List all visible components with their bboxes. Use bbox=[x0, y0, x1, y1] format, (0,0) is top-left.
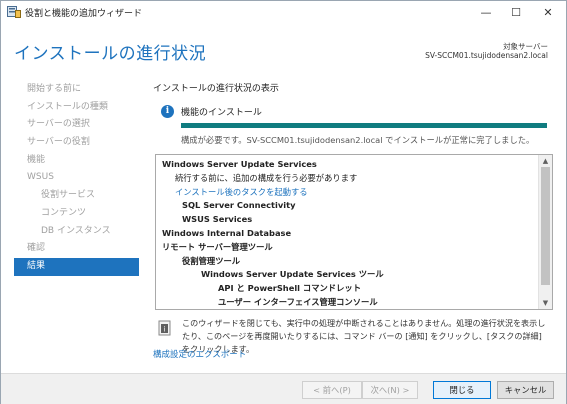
nav-item-results[interactable]: 結果 bbox=[14, 257, 139, 276]
window-title: 役割と機能の追加ウィザード bbox=[25, 9, 143, 19]
flag-note-icon: i bbox=[158, 320, 171, 336]
post-install-task-link[interactable]: インストール後のタスクを起動する bbox=[162, 186, 534, 200]
close-icon: ✕ bbox=[543, 5, 553, 19]
scroll-down-icon[interactable]: ▼ bbox=[539, 297, 552, 309]
result-rsat: リモート サーバー管理ツール bbox=[162, 241, 273, 252]
results-scrollbar[interactable]: ▲ ▼ bbox=[538, 155, 552, 309]
nav-item-before-you-begin[interactable]: 開始する前に bbox=[14, 81, 139, 99]
close-button[interactable]: 閉じる bbox=[433, 381, 491, 399]
nav-item-db-instance[interactable]: DB インスタンス bbox=[14, 223, 139, 241]
nav-item-features[interactable]: 機能 bbox=[14, 152, 139, 170]
wizard-window: 役割と機能の追加ウィザード — ☐ ✕ インストールの進行状況 対象サーバー S… bbox=[0, 0, 567, 404]
close-window-button[interactable]: ✕ bbox=[532, 1, 564, 23]
minimize-icon: — bbox=[480, 5, 492, 19]
progress-bar bbox=[181, 123, 547, 128]
feature-install-label: 機能のインストール bbox=[181, 108, 262, 118]
result-wsus-services: WSUS Services bbox=[182, 214, 253, 225]
results-list[interactable]: Windows Server Update Services 続行する前に、追加… bbox=[155, 154, 553, 310]
nav-item-confirmation[interactable]: 確認 bbox=[14, 240, 139, 258]
result-wsus-tools: Windows Server Update Services ツール bbox=[201, 269, 384, 280]
install-status-text: 構成が必要です。SV-SCCM01.tsujidodensan2.local で… bbox=[181, 135, 535, 145]
result-ui-console: ユーザー インターフェイス管理コンソール bbox=[218, 296, 378, 307]
result-api-powershell: API と PowerShell コマンドレット bbox=[218, 283, 361, 294]
result-role-tools: 役割管理ツール bbox=[182, 255, 241, 266]
maximize-button[interactable]: ☐ bbox=[500, 1, 532, 23]
results-content: Windows Server Update Services 続行する前に、追加… bbox=[162, 158, 534, 309]
result-wid: Windows Internal Database bbox=[162, 227, 292, 238]
nav-item-role-services[interactable]: 役割サービス bbox=[14, 187, 139, 205]
export-config-link[interactable]: 構成設定のエクスポート bbox=[153, 348, 246, 360]
server-manager-icon bbox=[7, 6, 21, 18]
cancel-button[interactable]: キャンセル bbox=[497, 381, 554, 399]
progress-fill bbox=[181, 123, 547, 128]
nav-item-server-selection[interactable]: サーバーの選択 bbox=[14, 116, 139, 134]
info-icon: i bbox=[161, 105, 174, 118]
svg-text:i: i bbox=[164, 326, 166, 334]
nav-item-wsus[interactable]: WSUS bbox=[14, 169, 139, 187]
nav-item-content[interactable]: コンテンツ bbox=[14, 205, 139, 223]
page-title: インストールの進行状況 bbox=[14, 44, 207, 64]
maximize-icon: ☐ bbox=[511, 5, 521, 19]
target-server-value: SV-SCCM01.tsujidodensan2.local bbox=[425, 51, 548, 60]
result-wsus-title: Windows Server Update Services bbox=[162, 159, 317, 169]
section-heading: インストールの進行状況の表示 bbox=[153, 84, 279, 94]
title-bar: 役割と機能の追加ウィザード — ☐ ✕ bbox=[1, 1, 566, 23]
scroll-up-icon[interactable]: ▲ bbox=[539, 155, 552, 167]
nav-item-installation-type[interactable]: インストールの種類 bbox=[14, 99, 139, 117]
wizard-nav: 開始する前に インストールの種類 サーバーの選択 サーバーの役割 機能 WSUS… bbox=[14, 81, 139, 276]
minimize-button[interactable]: — bbox=[470, 1, 502, 23]
next-button[interactable]: 次へ(N) > bbox=[362, 381, 418, 399]
result-sql-connectivity: SQL Server Connectivity bbox=[182, 200, 296, 211]
scroll-thumb[interactable] bbox=[541, 167, 550, 285]
previous-button[interactable]: < 前へ(P) bbox=[302, 381, 362, 399]
result-wsus-note: 続行する前に、追加の構成を行う必要があります bbox=[175, 172, 358, 183]
nav-item-server-roles[interactable]: サーバーの役割 bbox=[14, 134, 139, 152]
